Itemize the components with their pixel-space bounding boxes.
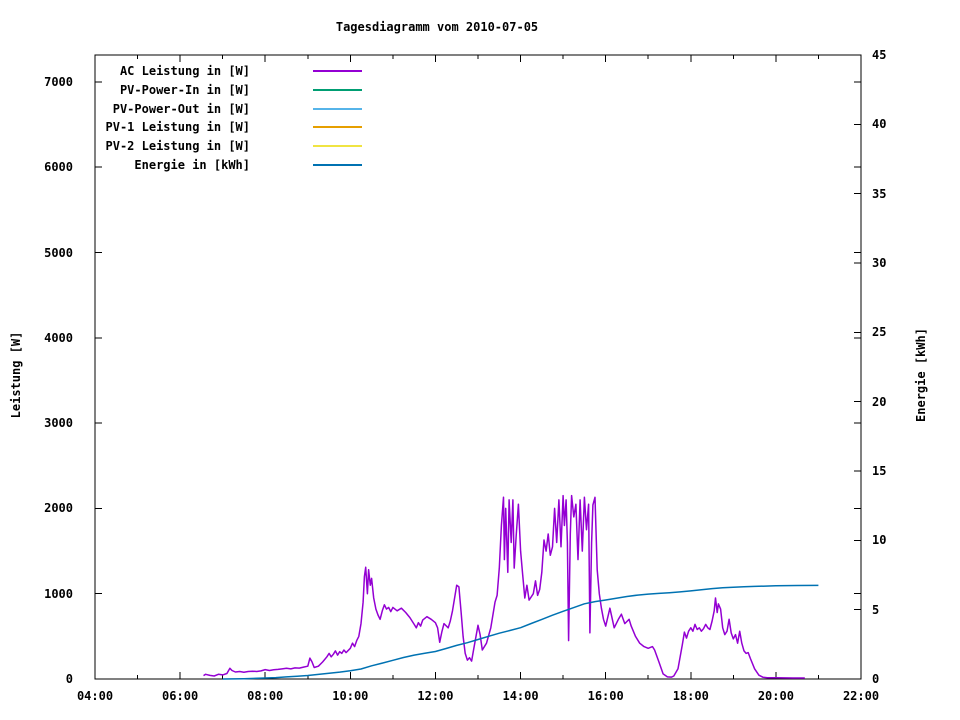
y2-axis-tick-label: 30 — [872, 256, 887, 270]
y2-axis-tick-label: 45 — [872, 48, 887, 62]
legend-entry-pv-power-out: PV-Power-Out in [W] — [0, 99, 362, 118]
legend-label: PV-1 Leistung in [W] — [105, 120, 251, 135]
legend-line-sample — [313, 89, 362, 92]
x-axis-tick-label: 22:00 — [842, 689, 880, 703]
x-axis-tick-label: 14:00 — [502, 689, 539, 703]
y2-axis-tick-label: 25 — [872, 325, 887, 340]
x-axis-tick-label: 20:00 — [757, 689, 794, 703]
x-axis-tick-label: 12:00 — [417, 689, 454, 703]
legend-entry-pv2-leistung: PV-2 Leistung in [W] — [0, 137, 362, 156]
x-axis-tick-label: 06:00 — [162, 689, 199, 703]
legend-entry-pv1-leistung: PV-1 Leistung in [W] — [0, 118, 362, 137]
legend-label: Energie in [kWh] — [134, 157, 250, 172]
y2-axis-tick-label: 5 — [872, 602, 880, 617]
x-axis-tick-label: 10:00 — [332, 689, 369, 703]
y2-axis-tick-label: 40 — [872, 117, 887, 132]
legend-line-sample — [313, 107, 362, 110]
legend-line-sample — [313, 145, 362, 148]
y-axis-tick-label: 7000 — [44, 74, 73, 89]
y-axis-tick-label: 3000 — [44, 416, 73, 431]
x-axis-tick-label: 16:00 — [587, 689, 624, 703]
y-axis-tick-label: 0 — [65, 672, 73, 686]
legend-label: PV-Power-Out in [W] — [112, 101, 250, 116]
y2-axis-tick-label: 15 — [872, 464, 887, 478]
legend-line-sample — [313, 163, 362, 166]
series-line-energie-in-kwh — [222, 584, 819, 680]
legend-line-sample — [313, 70, 362, 73]
x-axis-tick-label: 18:00 — [672, 689, 709, 703]
y2-axis-tick-label: 0 — [872, 672, 880, 686]
y-axis-tick-label: 1000 — [44, 586, 73, 601]
y-axis-tick-label: 6000 — [44, 160, 73, 175]
x-axis-tick-label: 08:00 — [247, 689, 284, 703]
tagesdiagramm-chart: Tagesdiagramm vom 2010-07-05 Leistung [W… — [0, 0, 960, 720]
series-line-ac-leistung-in-w — [203, 494, 805, 679]
y2-axis-tick-label: 10 — [872, 533, 887, 548]
y2-axis-tick-label: 35 — [872, 186, 887, 201]
y-axis-tick-label: 5000 — [44, 245, 73, 260]
x-axis-tick-label: 04:00 — [76, 689, 114, 703]
y-axis-tick-label: 4000 — [44, 330, 73, 345]
y-axis-tick-label: 2000 — [44, 501, 73, 516]
y2-axis-label: Energie [kWh] — [914, 328, 928, 422]
legend-label: PV-2 Leistung in [W] — [105, 139, 251, 154]
legend-line-sample — [313, 126, 362, 129]
y2-axis-tick-label: 20 — [872, 394, 887, 409]
legend-label: PV-Power-In in [W] — [119, 83, 250, 98]
legend-label: AC Leistung in [W] — [119, 64, 250, 79]
